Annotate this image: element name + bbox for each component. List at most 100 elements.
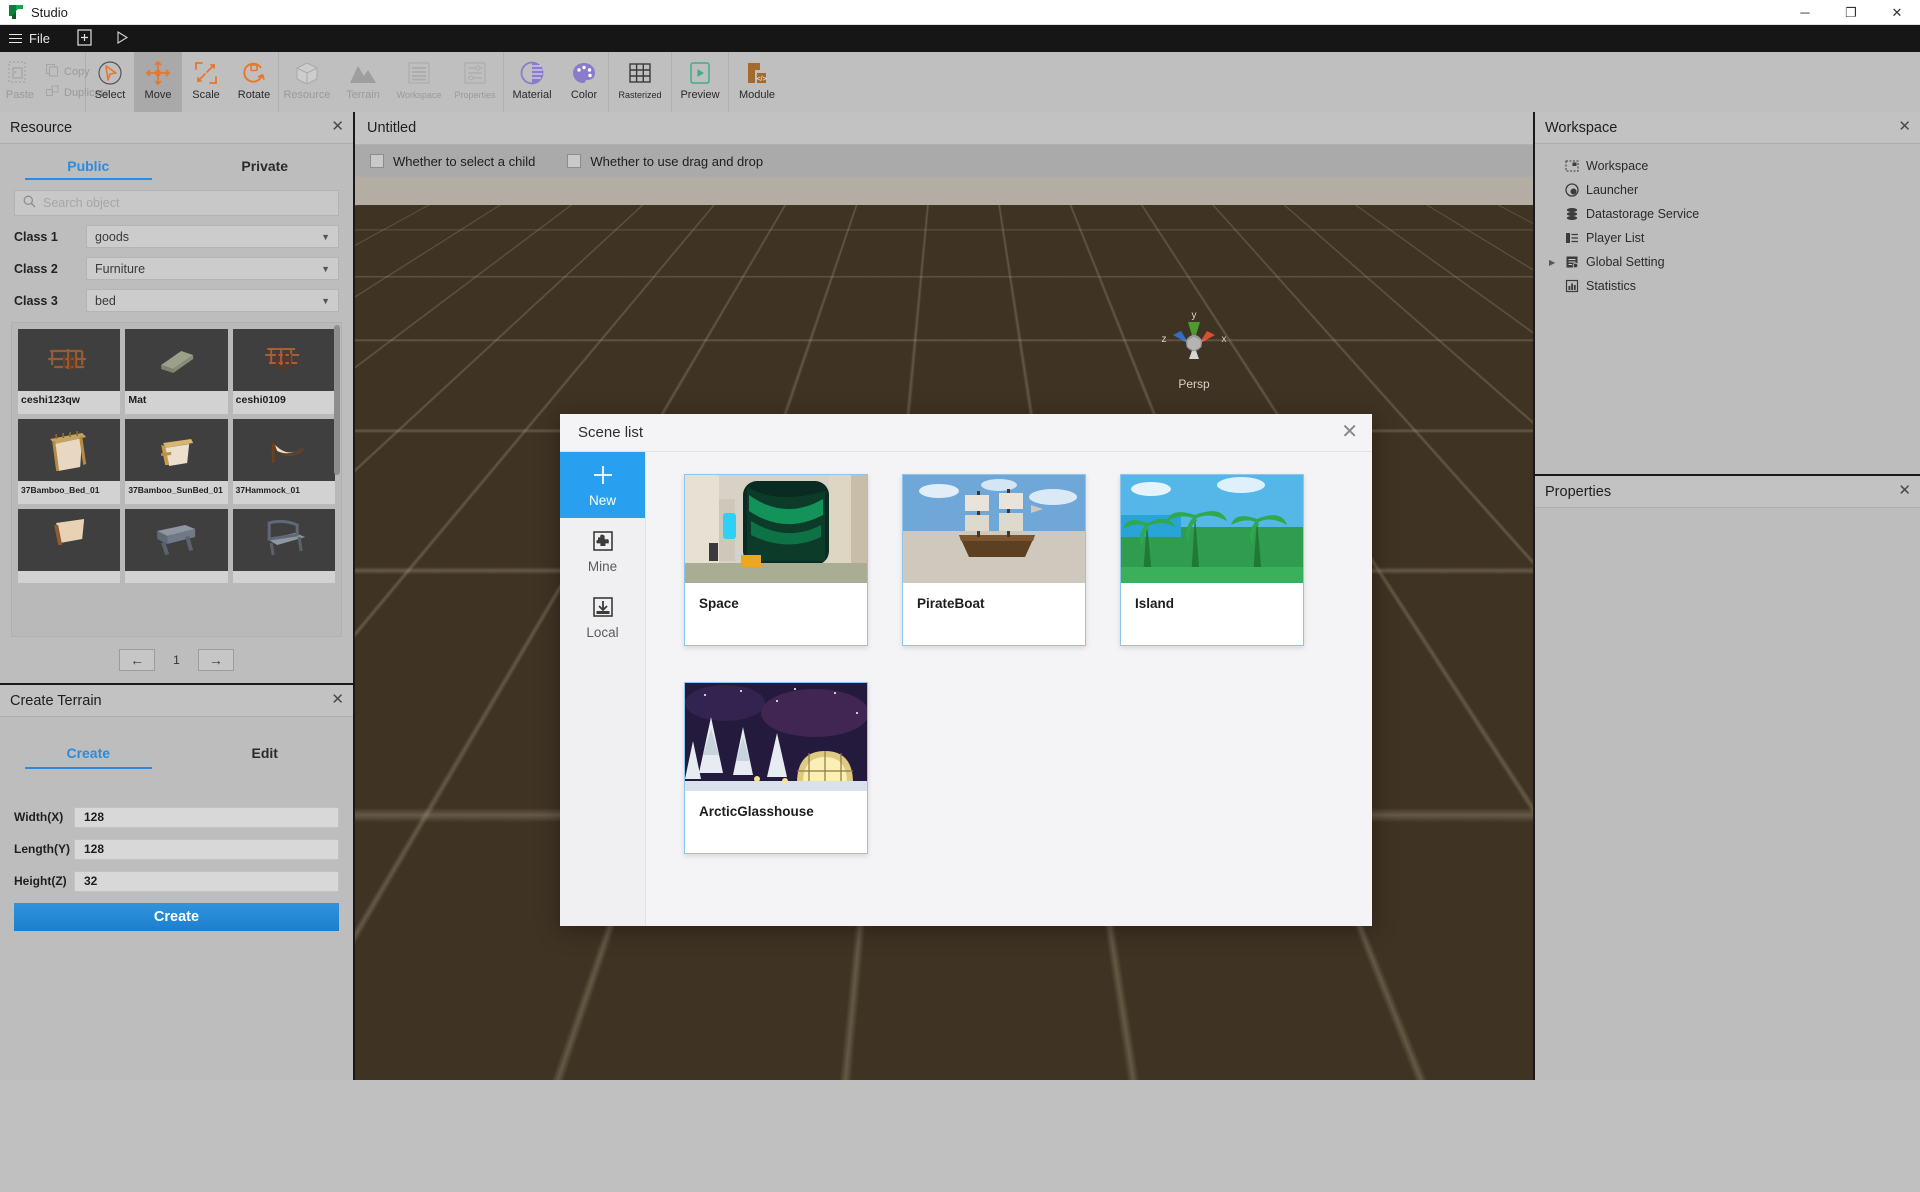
move-tool-button[interactable]: Move bbox=[134, 52, 182, 112]
next-page-button[interactable]: → bbox=[198, 649, 234, 671]
resource-item[interactable]: 37Hammock_01 bbox=[233, 419, 335, 504]
launcher-icon bbox=[1565, 183, 1579, 197]
terrain-height-input[interactable]: 32 bbox=[74, 871, 339, 892]
module-button[interactable]: </> Module bbox=[729, 52, 785, 112]
file-menu[interactable]: File bbox=[0, 25, 59, 52]
sidebar-item-mine[interactable]: Mine bbox=[560, 518, 645, 584]
filter-class1-select[interactable]: goods ▼ bbox=[86, 225, 339, 248]
color-button[interactable]: Color bbox=[560, 52, 608, 112]
terrain-width-input[interactable]: 128 bbox=[74, 807, 339, 828]
paste-button[interactable]: Paste bbox=[0, 52, 40, 112]
select-tool-button[interactable]: Select bbox=[86, 52, 134, 112]
resource-thumbnail bbox=[18, 329, 120, 391]
filter-class2-select[interactable]: Furniture ▼ bbox=[86, 257, 339, 280]
resource-item-name: Mat bbox=[125, 391, 227, 414]
properties-panel-close-icon[interactable]: ✕ bbox=[1898, 483, 1911, 499]
drag-drop-checkbox[interactable] bbox=[567, 154, 581, 168]
terrain-length-input[interactable]: 128 bbox=[74, 839, 339, 860]
create-terrain-panel: Create Terrain ✕ Create Edit Width(X) 12… bbox=[0, 685, 353, 931]
scale-tool-button[interactable]: Scale bbox=[182, 52, 230, 112]
resource-item[interactable]: Mat bbox=[125, 329, 227, 414]
resource-item[interactable]: 37Bamboo_SunBed_01 bbox=[125, 419, 227, 504]
run-button[interactable] bbox=[101, 25, 138, 52]
tab-edit[interactable]: Edit bbox=[177, 717, 354, 773]
properties-panel-icon bbox=[462, 58, 488, 88]
workspace-tree: Workspace Launcher Datastorage Service P… bbox=[1535, 144, 1920, 298]
filter-class2-value: Furniture bbox=[95, 262, 145, 276]
search-input[interactable]: Search object bbox=[14, 190, 339, 216]
view-orientation-gizmo[interactable]: y z x Persp bbox=[1155, 309, 1233, 391]
play-icon bbox=[115, 30, 129, 48]
rotate-tool-button[interactable]: Rotate bbox=[230, 52, 278, 112]
scene-card-space[interactable]: Space bbox=[684, 474, 868, 646]
resource-panel-close-icon[interactable]: ✕ bbox=[331, 119, 344, 135]
tab-public[interactable]: Public bbox=[0, 144, 177, 184]
resource-panel-button[interactable]: Resource bbox=[279, 52, 335, 112]
resource-item[interactable] bbox=[18, 509, 120, 583]
scene-card-arcticglasshouse[interactable]: ArcticGlasshouse bbox=[684, 682, 868, 854]
chevron-down-icon: ▼ bbox=[321, 264, 330, 274]
paste-label: Paste bbox=[6, 90, 34, 101]
resource-item-name bbox=[125, 571, 227, 583]
maximize-button[interactable]: ❐ bbox=[1828, 0, 1874, 25]
tree-item-label: Statistics bbox=[1586, 279, 1636, 293]
expand-arrow-icon[interactable]: ▶ bbox=[1549, 258, 1558, 267]
scene-list-header: Scene list ✕ bbox=[560, 414, 1372, 452]
rasterized-button[interactable]: Rasterized bbox=[609, 52, 671, 112]
window-controls: ─ ❐ ✕ bbox=[1782, 0, 1920, 25]
tree-item-launcher[interactable]: Launcher bbox=[1535, 178, 1920, 202]
filter-class1-value: goods bbox=[95, 230, 129, 244]
filter-class3-select[interactable]: bed ▼ bbox=[86, 289, 339, 312]
scene-card-name: ArcticGlasshouse bbox=[685, 791, 867, 819]
tree-item-player-list[interactable]: Player List bbox=[1535, 226, 1920, 250]
copy-icon bbox=[46, 64, 59, 80]
puzzle-piece-icon bbox=[592, 528, 614, 554]
rotate-tool-label: Rotate bbox=[238, 90, 270, 101]
scene-list-close-icon[interactable]: ✕ bbox=[1341, 421, 1358, 443]
tab-private[interactable]: Private bbox=[177, 144, 354, 184]
sidebar-item-label: New bbox=[589, 493, 616, 508]
scene-card-pirateboat[interactable]: PirateBoat bbox=[902, 474, 1086, 646]
close-button[interactable]: ✕ bbox=[1874, 0, 1920, 25]
preview-button[interactable]: Preview bbox=[672, 52, 728, 112]
tree-item-datastorage-service[interactable]: Datastorage Service bbox=[1535, 202, 1920, 226]
paste-icon bbox=[7, 58, 33, 88]
sidebar-item-new[interactable]: New bbox=[560, 452, 645, 518]
studio-logo-icon bbox=[8, 4, 24, 20]
create-terrain-button[interactable]: Create bbox=[14, 903, 339, 931]
material-button[interactable]: Material bbox=[504, 52, 560, 112]
scene-card-island[interactable]: Island bbox=[1120, 474, 1304, 646]
filter-class1: Class 1 goods ▼ bbox=[14, 225, 339, 248]
terrain-height-label: Height(Z) bbox=[14, 874, 66, 888]
cube-icon bbox=[293, 58, 321, 88]
new-document-button[interactable] bbox=[59, 25, 101, 52]
workspace-panel-close-icon[interactable]: ✕ bbox=[1898, 119, 1911, 135]
minimize-button[interactable]: ─ bbox=[1782, 0, 1828, 25]
workspace-panel-button[interactable]: Workspace bbox=[391, 52, 447, 112]
ribbon-group-align: Rasterized bbox=[609, 52, 672, 112]
tab-create[interactable]: Create bbox=[0, 717, 177, 773]
resource-thumbnail bbox=[125, 329, 227, 391]
tree-item-statistics[interactable]: Statistics bbox=[1535, 274, 1920, 298]
resource-item[interactable] bbox=[125, 509, 227, 583]
scene-list-body: New Mine Local Space PirateBoat Island A… bbox=[560, 452, 1372, 926]
prev-page-button[interactable]: ← bbox=[119, 649, 155, 671]
terrain-panel-button[interactable]: Terrain bbox=[335, 52, 391, 112]
sidebar-item-local[interactable]: Local bbox=[560, 584, 645, 650]
select-child-checkbox[interactable] bbox=[370, 154, 384, 168]
resource-item[interactable] bbox=[233, 509, 335, 583]
properties-panel-button[interactable]: Properties bbox=[447, 52, 503, 112]
terrain-width-row: Width(X) 128 bbox=[14, 801, 339, 833]
resource-item[interactable]: 37Bamboo_Bed_01 bbox=[18, 419, 120, 504]
resource-item[interactable]: ceshi0109 bbox=[233, 329, 335, 414]
scene-thumbnail bbox=[903, 475, 1085, 583]
tree-item-global-setting[interactable]: ▶ Global Setting bbox=[1535, 250, 1920, 274]
tree-item-workspace[interactable]: Workspace bbox=[1535, 154, 1920, 178]
cursor-select-icon bbox=[96, 58, 124, 88]
resource-item[interactable]: ceshi123qw bbox=[18, 329, 120, 414]
resource-item-name: ceshi0109 bbox=[233, 391, 335, 414]
resource-grid-scrollbar[interactable] bbox=[334, 325, 340, 475]
scale-tool-label: Scale bbox=[192, 90, 220, 101]
terrain-panel-close-icon[interactable]: ✕ bbox=[331, 692, 344, 708]
gizmo-axis-x: x bbox=[1222, 334, 1227, 345]
